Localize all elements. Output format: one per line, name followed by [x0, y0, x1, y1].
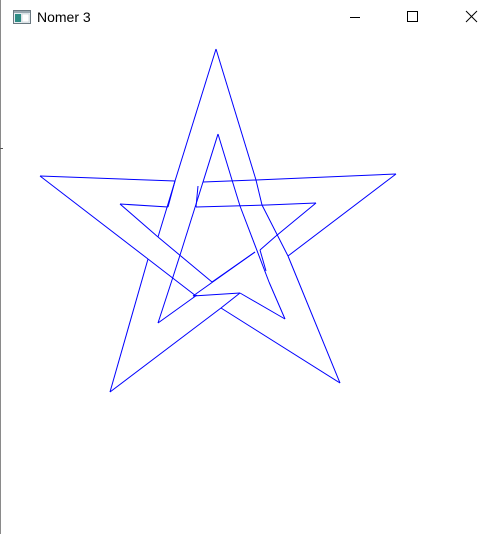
outer-edge: [109, 258, 149, 393]
outer-edge: [39, 175, 176, 182]
inner-edge: [202, 133, 219, 183]
outer-edge: [255, 173, 397, 181]
pentagram-outline: [39, 48, 397, 393]
strap-segment: [261, 204, 289, 257]
window-title: Nomer 3: [37, 9, 91, 25]
strap-segment: [171, 251, 182, 281]
strap-segment: [180, 181, 204, 253]
outer-edge: [215, 48, 257, 181]
inner-edge: [239, 292, 286, 320]
pentagram-drawing: [39, 48, 397, 393]
inner-edge: [268, 281, 286, 320]
strap-segment: [147, 258, 197, 297]
inner-edge: [119, 203, 159, 238]
close-icon: [465, 10, 478, 23]
minimize-icon: [350, 17, 360, 18]
maximize-button[interactable]: [390, 0, 436, 34]
inner-edge: [157, 279, 173, 324]
strap-segment: [259, 235, 277, 251]
app-window: Nomer 3: [0, 0, 499, 534]
strap-segment: [157, 236, 213, 283]
inner-edge: [275, 202, 317, 237]
strap-segment: [211, 251, 256, 283]
title-bar[interactable]: Nomer 3: [1, 0, 499, 34]
inner-edge: [266, 202, 317, 206]
strap-segment: [231, 179, 241, 207]
outer-edge: [109, 307, 222, 393]
minimize-button[interactable]: [332, 0, 378, 34]
outer-edge: [287, 255, 341, 384]
strap-segment: [239, 205, 270, 283]
inner-edge: [157, 294, 198, 324]
outer-edge: [39, 175, 149, 260]
outer-edge: [220, 307, 341, 384]
outer-edge: [287, 173, 397, 257]
inner-edge: [217, 133, 233, 181]
strap-segment: [195, 204, 268, 208]
maximize-icon: [407, 11, 418, 22]
strap-segment: [220, 292, 241, 309]
close-button[interactable]: [448, 0, 494, 34]
strap-segment: [202, 179, 257, 183]
strap-segment: [255, 179, 263, 206]
drawing-canvas: [1, 34, 499, 534]
strap-segment: [157, 180, 176, 238]
application-window-icon: [13, 10, 31, 24]
strap-segment: [192, 292, 241, 297]
inner-edge: [119, 203, 169, 208]
